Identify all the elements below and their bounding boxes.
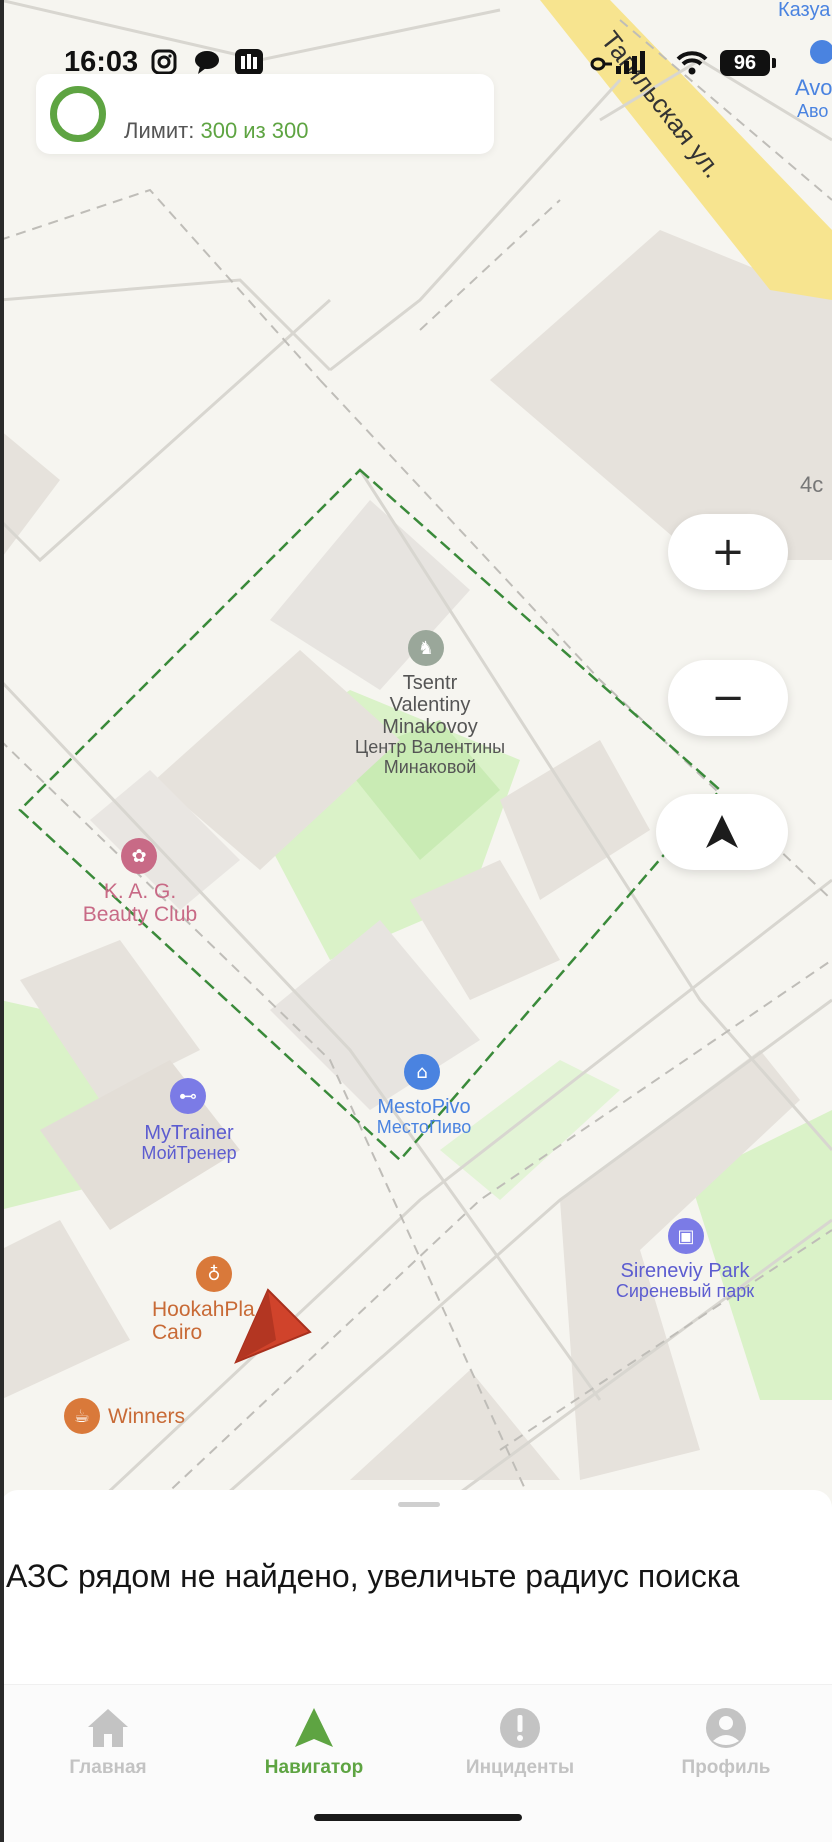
battery-icon: 96: [720, 50, 770, 76]
chat-bubble-icon: [195, 51, 219, 74]
wifi-icon: [676, 51, 708, 75]
briefcase-icon[interactable]: ▣: [668, 1218, 704, 1254]
map-view[interactable]: Тагильская ул. 4с Казуа Avo Аво ♞ Tsentr…: [0, 0, 832, 1500]
poi-label[interactable]: MestoPivo МестоПиво: [350, 1096, 498, 1138]
nav-label: Инциденты: [465, 1757, 575, 1778]
app-screen: Тагильская ул. 4с Казуа Avo Аво ♞ Tsentr…: [0, 0, 832, 1842]
nav-item-navigator[interactable]: Навигатор: [224, 1705, 404, 1795]
nav-label: Навигатор: [264, 1757, 364, 1778]
screen-edge: [0, 0, 4, 1842]
rocking-horse-icon[interactable]: ♞: [408, 630, 444, 666]
nav-label: Профиль: [681, 1757, 771, 1778]
nav-label: Главная: [69, 1757, 147, 1778]
poi-label[interactable]: Winners: [108, 1405, 185, 1428]
limit-text: Лимит: 300 из 300: [124, 118, 308, 144]
profile-icon: [706, 1708, 746, 1748]
nav-item-home[interactable]: Главная: [18, 1705, 198, 1795]
poi-label[interactable]: K. A. G. Beauty Club: [60, 880, 220, 926]
exclamation-icon: [500, 1708, 540, 1748]
zoom-out-button[interactable]: −: [668, 660, 788, 736]
cellular-signal-icon: [616, 51, 645, 74]
limit-progress-ring: [50, 86, 106, 142]
zoom-in-button[interactable]: +: [668, 514, 788, 590]
home-indicator[interactable]: [314, 1814, 522, 1821]
app-icon: [235, 49, 263, 75]
instagram-icon: [151, 49, 177, 75]
limit-value: 300 из 300: [200, 118, 309, 143]
coffee-cup-icon[interactable]: ☕: [64, 1398, 100, 1434]
no-stations-message: АЗС рядом не найдено, увеличьте радиус п…: [6, 1558, 740, 1594]
home-icon: [88, 1709, 128, 1747]
navigation-arrow-icon: [706, 815, 738, 848]
bottom-sheet[interactable]: АЗС рядом не найдено, увеличьте радиус п…: [0, 1490, 832, 1690]
wine-glass-icon[interactable]: ♁: [196, 1256, 232, 1292]
poi-label[interactable]: HookahPla Cairo: [152, 1298, 262, 1344]
nav-item-incidents[interactable]: Инциденты: [430, 1705, 610, 1795]
limit-label: Лимит:: [124, 118, 195, 143]
battery-tip: [772, 58, 776, 68]
shopping-bag-icon[interactable]: ⌂: [404, 1054, 440, 1090]
sheet-drag-handle[interactable]: [398, 1502, 440, 1507]
poi-label[interactable]: Tsentr Valentiny Minakovoy Центр Валенти…: [320, 672, 540, 778]
locate-me-button[interactable]: [656, 794, 788, 870]
poi-label[interactable]: MyTrainer МойТренер: [120, 1122, 258, 1164]
edge-poi-label: Казуа: [778, 0, 831, 21]
edge-poi-label: Аво: [797, 101, 828, 121]
building-number-label: 4с: [800, 472, 823, 497]
navigator-arrow-icon: [295, 1708, 333, 1747]
limit-card[interactable]: Лимит: 300 из 300: [36, 74, 494, 154]
lotus-icon[interactable]: ✿: [121, 838, 157, 874]
nav-item-profile[interactable]: Профиль: [636, 1705, 816, 1795]
dumbbell-icon[interactable]: ⊷: [170, 1078, 206, 1114]
poi-label[interactable]: Sireneviy Park Сиреневый парк: [600, 1260, 770, 1302]
